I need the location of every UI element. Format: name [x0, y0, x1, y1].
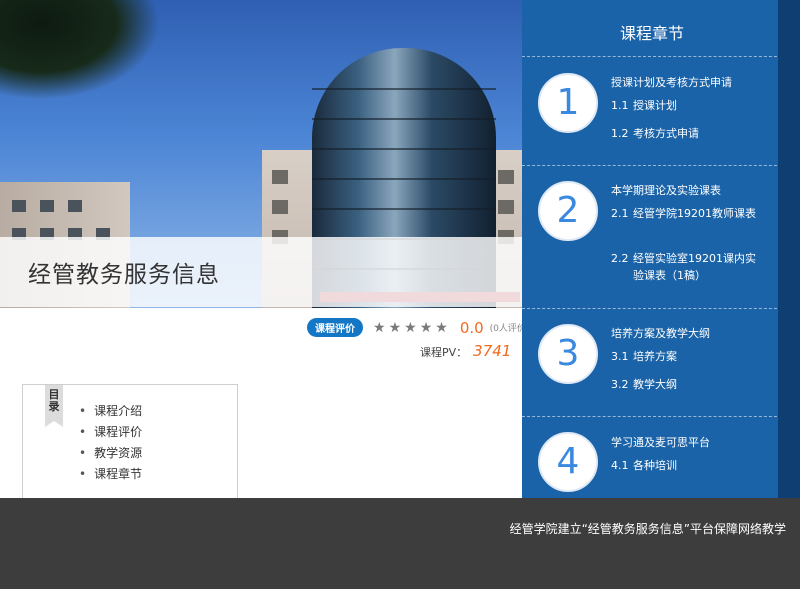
chapter-item-num: 4.1 — [611, 459, 629, 472]
chapter-4-number: 4 — [538, 432, 598, 492]
toc-item-resources[interactable]: 教学资源 — [79, 443, 142, 464]
toc-tag: 目录 — [45, 385, 63, 427]
chapter-item-2-2[interactable]: 2.2 经管实验室19201课内实验课表（1稿） — [611, 250, 761, 284]
chapter-4-heading[interactable]: 学习通及麦可思平台 — [611, 434, 710, 450]
chapter-item-text: 经管学院19201教师课表 — [633, 207, 756, 220]
chapter-item-text: 各种培训 — [633, 459, 677, 472]
chapter-item-text: 培养方案 — [633, 350, 677, 363]
chapter-item-1-2[interactable]: 1.2 考核方式申请 — [611, 125, 761, 142]
divider — [522, 56, 782, 57]
toc-list: 课程介绍 课程评价 教学资源 课程章节 — [79, 401, 142, 485]
star-icon[interactable]: ★ — [389, 321, 402, 335]
pv-label: 课程PV： — [420, 346, 468, 359]
star-icon[interactable]: ★ — [373, 321, 386, 335]
divider — [522, 308, 782, 309]
star-icon[interactable]: ★ — [404, 321, 417, 335]
chapter-item-num: 2.1 — [611, 207, 629, 220]
chapter-item-num: 1.2 — [611, 127, 629, 140]
chapter-item-1-1[interactable]: 1.1 授课计划 — [611, 97, 761, 114]
chapter-3-number: 3 — [538, 324, 598, 384]
footer: 经管学院建立“经管教务服务信息”平台保障网络教学 — [0, 498, 800, 589]
chapter-item-text: 考核方式申请 — [633, 127, 699, 140]
chapter-item-num: 3.2 — [611, 378, 629, 391]
footer-caption: 经管学院建立“经管教务服务信息”平台保障网络教学 — [509, 522, 786, 536]
table-of-contents: 目录 课程介绍 课程评价 教学资源 课程章节 — [22, 384, 238, 506]
hero-banner: 经管教务服务信息 — [0, 0, 522, 308]
divider — [522, 416, 782, 417]
star-icon[interactable]: ★ — [435, 321, 448, 335]
rating-row: 课程评价 ★ ★ ★ ★ ★ 0.0 (0人评价) — [307, 318, 529, 337]
page-title: 经管教务服务信息 — [28, 262, 220, 288]
chapter-panel: 课程章节 1 授课计划及考核方式申请 1.1 授课计划 1.2 考核方式申请 2 本… — [522, 0, 782, 498]
tree-foliage — [0, 0, 160, 100]
chapter-item-text: 教学大纲 — [633, 378, 677, 391]
toc-item-intro[interactable]: 课程介绍 — [79, 401, 142, 422]
star-icon[interactable]: ★ — [420, 321, 433, 335]
pv-row: 课程PV： 3741 — [420, 342, 511, 360]
chapter-item-num: 3.1 — [611, 350, 629, 363]
chapter-item-2-1[interactable]: 2.1 经管学院19201教师课表 — [611, 205, 761, 222]
toc-item-reviews[interactable]: 课程评价 — [79, 422, 142, 443]
toc-item-chapters[interactable]: 课程章节 — [79, 464, 142, 485]
chapter-2-number: 2 — [538, 181, 598, 241]
chapter-item-3-1[interactable]: 3.1 培养方案 — [611, 348, 761, 365]
divider — [522, 165, 782, 166]
chapter-item-text: 授课计划 — [633, 99, 677, 112]
chapter-1-number: 1 — [538, 73, 598, 133]
chapter-item-num: 2.2 — [611, 252, 629, 265]
chapter-item-3-2[interactable]: 3.2 教学大纲 — [611, 376, 761, 393]
chapter-2-heading[interactable]: 本学期理论及实验课表 — [611, 182, 721, 198]
chapter-1-heading[interactable]: 授课计划及考核方式申请 — [611, 74, 732, 90]
chapter-panel-title: 课程章节 — [619, 24, 684, 43]
chapter-3-heading[interactable]: 培养方案及教学大纲 — [611, 325, 710, 341]
star-rating[interactable]: ★ ★ ★ ★ ★ — [373, 321, 448, 335]
pv-value: 3741 — [473, 342, 512, 360]
chapter-item-num: 1.1 — [611, 99, 629, 112]
chapter-item-text: 经管实验室19201课内实验课表（1稿） — [633, 252, 756, 282]
rating-badge-button[interactable]: 课程评价 — [307, 318, 363, 337]
panel-edge — [778, 0, 800, 498]
chapter-item-4-1[interactable]: 4.1 各种培训 — [611, 457, 761, 474]
rating-score: 0.0 — [459, 318, 484, 337]
